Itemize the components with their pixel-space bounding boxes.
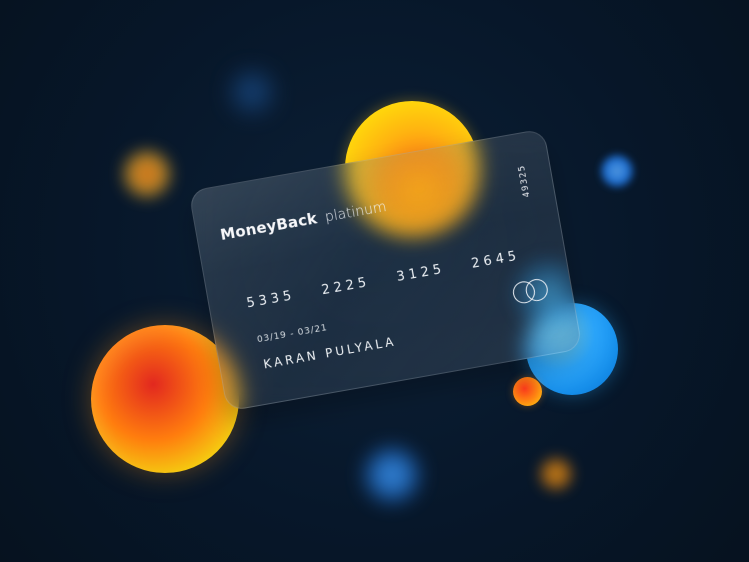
blurred-orange-light <box>124 151 170 197</box>
left-ring-icon <box>511 279 537 306</box>
card-side-number: 49325 <box>516 163 533 198</box>
top-orange-sphere <box>345 101 479 235</box>
blurred-blue-light <box>233 73 271 111</box>
blurred-bottom-orange-light <box>540 458 572 490</box>
blue-sphere <box>526 303 618 395</box>
card-holder-name: KARAN PULYALA <box>262 334 398 372</box>
card-number-group-1: 5335 <box>245 288 297 312</box>
card-validity: 03/19 - 03/21 <box>256 323 329 346</box>
card-number-group-2: 2225 <box>320 274 372 299</box>
card-number-group-4: 2645 <box>470 248 522 272</box>
right-ring-icon <box>524 277 550 303</box>
interlocking-circles-icon <box>511 277 552 306</box>
card-number-group-3: 3125 <box>395 261 447 286</box>
card-brand-name: MoneyBack <box>218 209 319 244</box>
blurred-bottom-blue-light <box>365 448 419 502</box>
card-showcase-scene: MoneyBack platinum 49325 5335 2225 3125 … <box>0 0 749 562</box>
card-number: 5335 2225 3125 2645 <box>246 249 522 312</box>
small-orange-sphere <box>513 377 542 406</box>
blurred-small-blue-light <box>601 155 633 187</box>
large-orange-sphere <box>91 325 239 473</box>
